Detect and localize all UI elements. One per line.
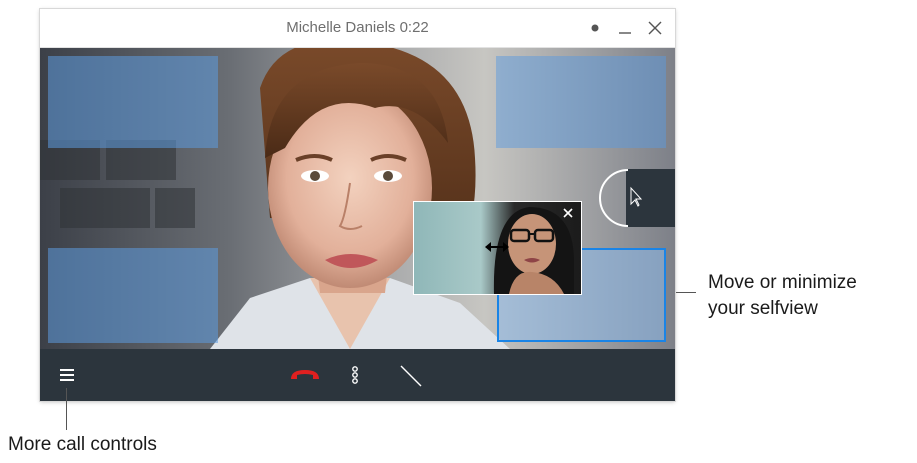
minimize-icon[interactable]	[615, 18, 635, 38]
muted-slash-icon[interactable]	[396, 361, 426, 391]
remote-participant-image	[210, 48, 510, 349]
more-controls-annotation: More call controls	[8, 434, 157, 455]
overlay-region-top-left	[48, 56, 218, 148]
more-vertical-icon[interactable]	[348, 363, 362, 387]
selfview-window[interactable]	[413, 201, 582, 295]
page: Michelle Daniels 0:22 Move or minimize y…	[0, 0, 917, 463]
hang-up-phone-icon[interactable]	[288, 365, 322, 385]
selfview-annotation-line-2: your selfview	[708, 298, 818, 319]
selfview-annotation: Move or minimize your selfview	[708, 270, 857, 322]
window-title: Michelle Daniels 0:22	[286, 19, 429, 36]
status-dot-icon	[585, 18, 605, 38]
selfview-leader-line	[676, 292, 696, 293]
background-brick	[155, 188, 195, 228]
overlay-region-bottom-left	[48, 248, 218, 343]
selfview-annotation-line-1: Move or minimize	[708, 272, 857, 293]
background-brick	[60, 188, 150, 228]
call-control-bar	[40, 349, 675, 401]
close-icon[interactable]	[645, 18, 665, 38]
overlay-region-top-right	[496, 56, 666, 148]
selfview-close-icon[interactable]	[561, 206, 575, 220]
window-controls	[585, 18, 665, 38]
side-panel-handle[interactable]	[598, 169, 675, 227]
remote-video	[40, 48, 675, 349]
hamburger-menu-icon[interactable]	[56, 365, 78, 385]
more-controls-leader-line	[66, 388, 67, 430]
resize-arrows-icon[interactable]	[484, 240, 510, 254]
title-bar[interactable]: Michelle Daniels 0:22	[40, 9, 675, 48]
call-window: Michelle Daniels 0:22	[40, 9, 675, 401]
